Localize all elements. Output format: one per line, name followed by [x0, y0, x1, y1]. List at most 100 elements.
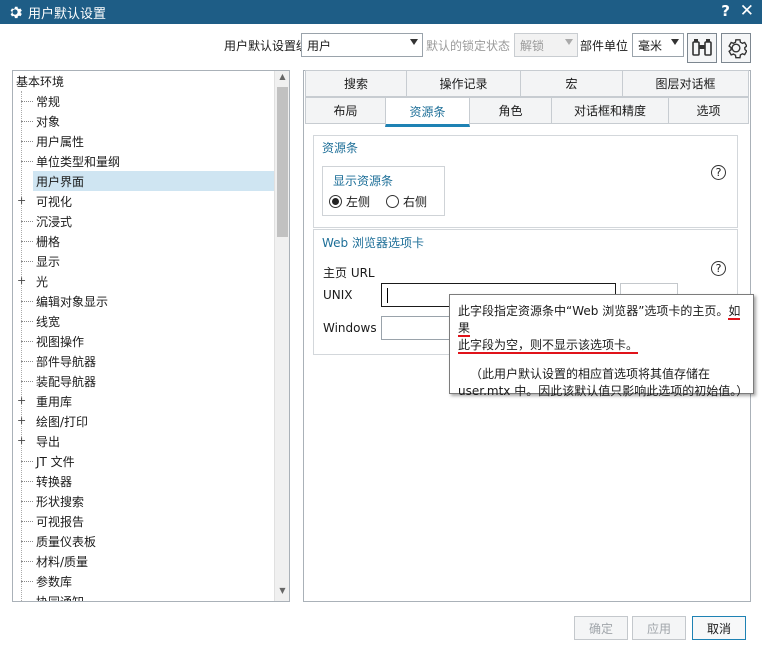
- tree-item[interactable]: 质量仪表板: [13, 531, 275, 551]
- ok-button[interactable]: 确定: [574, 616, 628, 640]
- tree-item-label: 绘图/打印: [36, 414, 89, 429]
- settings-button[interactable]: [721, 33, 751, 63]
- unit-select-value: 毫米: [638, 38, 663, 53]
- tree-item[interactable]: 参数库: [13, 571, 275, 591]
- tree-item[interactable]: 部件导航器: [13, 351, 275, 371]
- tree-item[interactable]: 沉浸式: [13, 211, 275, 231]
- tree-branch-line: [21, 121, 33, 122]
- tree-item[interactable]: 用户界面: [33, 171, 275, 191]
- scroll-thumb[interactable]: [277, 87, 288, 237]
- radio-right[interactable]: 右侧: [386, 193, 427, 210]
- tree-item[interactable]: 协同通知: [13, 591, 275, 602]
- tree-item[interactable]: 可视报告: [13, 511, 275, 531]
- tab-roles[interactable]: 角色: [469, 97, 552, 124]
- tree-item-label: 沉浸式: [36, 214, 73, 229]
- lock-select[interactable]: 解锁: [514, 33, 578, 57]
- expand-icon[interactable]: +: [17, 195, 26, 206]
- tree-item[interactable]: 显示: [13, 251, 275, 271]
- tree-item[interactable]: + 重用库: [13, 391, 275, 411]
- tree-item-label: 部件导航器: [36, 354, 97, 369]
- home-url-label: 主页 URL: [323, 266, 375, 280]
- tree-branch-line: [21, 361, 33, 362]
- tree-scrollbar[interactable]: ▲ ▼: [274, 71, 289, 601]
- tooltip-highlight-b: 此字段为空，则不显示该选项卡。: [458, 338, 639, 354]
- tree-item[interactable]: 形状搜索: [13, 491, 275, 511]
- expand-icon[interactable]: +: [17, 415, 26, 426]
- tree-item-label: 线宽: [36, 314, 61, 329]
- expand-icon[interactable]: +: [17, 275, 26, 286]
- field-tooltip: 此字段指定资源条中“Web 浏览器”选项卡的主页。如果 此字段为空，则不显示该选…: [449, 294, 754, 398]
- tree-branch-line: [21, 321, 33, 322]
- tree-branch-line: [21, 521, 33, 522]
- tree-item[interactable]: 装配导航器: [13, 371, 275, 391]
- tree-item[interactable]: 转换器: [13, 471, 275, 491]
- find-button[interactable]: [687, 33, 717, 63]
- tree-item-label: 单位类型和量纲: [36, 154, 121, 169]
- tree-branch-line: [21, 481, 33, 482]
- apply-button[interactable]: 应用: [632, 616, 686, 640]
- tree-branch-line: [21, 161, 33, 162]
- tree-item-label: 视图操作: [36, 334, 85, 349]
- radio-left[interactable]: 左侧: [329, 193, 370, 210]
- title-bar: 用户默认设置 ? ✕: [0, 0, 762, 24]
- radio-empty-icon: [386, 195, 399, 208]
- tree-branch-line: [21, 381, 33, 382]
- tree-item[interactable]: 用户属性: [13, 131, 275, 151]
- tree-item-label: 形状搜索: [36, 494, 85, 509]
- tree-branch-line: [21, 461, 33, 462]
- tree-item-label: 对象: [36, 114, 61, 129]
- windows-label: Windows: [323, 321, 377, 335]
- tree-item[interactable]: 线宽: [13, 311, 275, 331]
- tree-item[interactable]: + 可视化: [13, 191, 275, 211]
- tree-item[interactable]: + 导出: [13, 431, 275, 451]
- tree-item[interactable]: 视图操作: [13, 331, 275, 351]
- close-button[interactable]: ✕: [740, 1, 754, 21]
- tree-item-label: 可视化: [36, 194, 73, 209]
- tab-macro[interactable]: 宏: [520, 70, 623, 97]
- tab-resource-bar[interactable]: 资源条: [385, 97, 470, 127]
- lock-select-value: 解锁: [520, 38, 545, 53]
- tree-item-label: 质量仪表板: [36, 534, 97, 549]
- tree-root[interactable]: 基本环境: [16, 71, 278, 91]
- tree-item-label: 栅格: [36, 234, 61, 249]
- tooltip-line2: 此字段为空，则不显示该选项卡。: [458, 337, 746, 354]
- unit-label: 部件单位: [580, 39, 629, 53]
- tree-branch-line: [21, 561, 33, 562]
- tree-item-label: JT 文件: [36, 454, 75, 469]
- tree-item-label: 重用库: [36, 394, 73, 409]
- tree-branch-line: [21, 261, 33, 262]
- tab-layer-dialog[interactable]: 图层对话框: [622, 70, 749, 97]
- tree-item[interactable]: + 绘图/打印: [13, 411, 275, 431]
- tree-item[interactable]: 编辑对象显示: [13, 291, 275, 311]
- cancel-button[interactable]: 取消: [692, 616, 746, 640]
- tab-layout[interactable]: 布局: [305, 97, 386, 124]
- scroll-down-icon[interactable]: ▼: [275, 586, 289, 600]
- tree-item[interactable]: 材料/质量: [13, 551, 275, 571]
- tree-branch-line: [21, 541, 33, 542]
- unit-select[interactable]: 毫米: [632, 33, 684, 57]
- scroll-up-icon[interactable]: ▲: [275, 72, 289, 86]
- tab-journal[interactable]: 操作记录: [406, 70, 521, 97]
- tree-item[interactable]: JT 文件: [13, 451, 275, 471]
- expand-icon[interactable]: +: [17, 395, 26, 406]
- resource-bar-group-title: 资源条: [322, 141, 359, 155]
- tab-options[interactable]: 选项: [668, 97, 749, 124]
- help-icon[interactable]: ?: [711, 165, 726, 180]
- expand-icon[interactable]: +: [17, 435, 26, 446]
- radio-right-label: 右侧: [403, 195, 428, 209]
- tab-search[interactable]: 搜索: [305, 70, 407, 97]
- tab-dialog-precision[interactable]: 对话框和精度: [551, 97, 669, 124]
- tree-item[interactable]: 对象: [13, 111, 275, 131]
- tree-branch-line: [21, 601, 33, 602]
- category-tree[interactable]: 基本环境 常规对象用户属性单位类型和量纲用户界面 + 可视化沉浸式栅格显示 + 光编辑对…: [12, 70, 290, 602]
- tree-item[interactable]: 常规: [13, 91, 275, 111]
- tree-item[interactable]: 栅格: [13, 231, 275, 251]
- help-button[interactable]: ?: [721, 2, 730, 20]
- help-icon[interactable]: ?: [711, 261, 726, 276]
- tree-item-label: 显示: [36, 254, 61, 269]
- show-resource-bar-title: 显示资源条: [333, 174, 394, 188]
- tree-item[interactable]: + 光: [13, 271, 275, 291]
- tree-item[interactable]: 单位类型和量纲: [13, 151, 275, 171]
- radio-left-label: 左侧: [346, 195, 371, 209]
- level-select[interactable]: 用户: [301, 33, 423, 57]
